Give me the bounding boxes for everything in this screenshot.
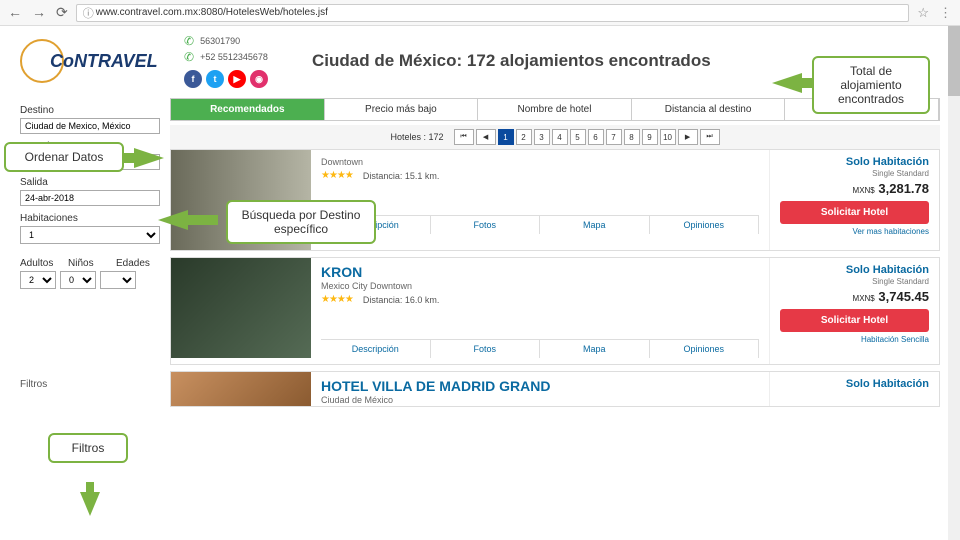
filtros-section-label: Filtros — [20, 379, 160, 390]
hotel-location: Downtown — [321, 157, 759, 167]
youtube-icon[interactable]: ▶ — [228, 70, 246, 88]
info-icon: ⓘ — [83, 5, 94, 21]
hotel-distance: Distancia: 15.1 km. — [363, 171, 440, 181]
phone-icon: ✆ — [184, 34, 194, 48]
hotel-location: Ciudad de México — [321, 395, 759, 405]
arrow-icon — [134, 148, 164, 168]
menu-icon[interactable]: ⋮ — [939, 5, 952, 21]
hotel-stars: ★★★★ — [321, 170, 353, 181]
sort-tab-recomendados[interactable]: Recomendados — [171, 99, 325, 120]
hotels-count: Hoteles : 172 — [390, 132, 443, 142]
page-last[interactable]: ⏭ — [700, 129, 720, 145]
room-only-label: Solo Habitación — [780, 378, 929, 390]
page-first[interactable]: ⏮ — [454, 129, 474, 145]
hotel-distance: Distancia: 16.0 km. — [363, 295, 440, 305]
hotel-tab-opiniones[interactable]: Opiniones — [650, 216, 760, 234]
forward-icon[interactable]: → — [32, 4, 46, 21]
url-text: www.contravel.com.mx:8080/HotelesWeb/hot… — [96, 7, 328, 18]
page-10[interactable]: 10 — [660, 129, 676, 145]
salida-input[interactable] — [20, 190, 160, 206]
page-2[interactable]: 2 — [516, 129, 532, 145]
page-4[interactable]: 4 — [552, 129, 568, 145]
page-next[interactable]: ▶ — [678, 129, 698, 145]
request-hotel-button[interactable]: Solicitar Hotel — [780, 201, 929, 224]
annotation-filtros: Filtros — [48, 433, 128, 463]
hotel-image — [171, 258, 311, 358]
hotel-tab-fotos[interactable]: Fotos — [431, 340, 541, 358]
page-8[interactable]: 8 — [624, 129, 640, 145]
sort-tab-distancia[interactable]: Distancia al destino — [632, 99, 786, 120]
page-5[interactable]: 5 — [570, 129, 586, 145]
page-7[interactable]: 7 — [606, 129, 622, 145]
arrow-icon — [80, 492, 100, 516]
annotation-total: Total de alojamiento encontrados — [812, 56, 930, 114]
rate-type: Single Standard — [780, 277, 929, 286]
hotel-price: MXN$ 3,281.78 — [780, 181, 929, 196]
star-icon[interactable]: ☆ — [917, 5, 929, 21]
rate-type: Single Standard — [780, 169, 929, 178]
hotel-name: KRON — [321, 264, 759, 280]
annotation-ordenar: Ordenar Datos — [4, 142, 124, 172]
edades-label: Edades — [116, 258, 160, 269]
back-icon[interactable]: ← — [8, 4, 22, 21]
page-9[interactable]: 9 — [642, 129, 658, 145]
adultos-label: Adultos — [20, 258, 64, 269]
destino-label: Destino — [20, 105, 160, 116]
hotel-tab-fotos[interactable]: Fotos — [431, 216, 541, 234]
annotation-busqueda: Búsqueda por Destino específico — [226, 200, 376, 244]
habitaciones-label: Habitaciones — [20, 213, 160, 224]
room-only-label: Solo Habitación — [780, 264, 929, 276]
sort-tab-nombre[interactable]: Nombre de hotel — [478, 99, 632, 120]
hotel-card: KRON Mexico City Downtown ★★★★ Distancia… — [170, 257, 940, 365]
twitter-icon[interactable]: t — [206, 70, 224, 88]
url-bar[interactable]: ⓘ www.contravel.com.mx:8080/HotelesWeb/h… — [76, 4, 910, 22]
ninos-select[interactable]: 0 — [60, 271, 96, 289]
hotel-location: Mexico City Downtown — [321, 281, 759, 291]
hotel-name: HOTEL VILLA DE MADRID GRAND — [321, 378, 759, 394]
hotel-tab-opiniones[interactable]: Opiniones — [650, 340, 760, 358]
page-prev[interactable]: ◀ — [476, 129, 496, 145]
logo: CoNTRAVEL — [20, 36, 170, 86]
contact-block: ✆56301790 ✆+52 5512345678 f t ▶ ◉ — [184, 34, 268, 88]
hotel-tab-mapa[interactable]: Mapa — [540, 340, 650, 358]
ninos-label: Niños — [68, 258, 112, 269]
instagram-icon[interactable]: ◉ — [250, 70, 268, 88]
hotel-price: MXN$ 3,745.45 — [780, 289, 929, 304]
sort-tab-precio[interactable]: Precio más bajo — [325, 99, 479, 120]
salida-label: Salida — [20, 177, 160, 188]
edades-select[interactable] — [100, 271, 136, 289]
page-3[interactable]: 3 — [534, 129, 550, 145]
hotel-tab-mapa[interactable]: Mapa — [540, 216, 650, 234]
arrow-icon — [772, 73, 802, 93]
browser-toolbar: ← → ⟳ ⓘ www.contravel.com.mx:8080/Hotele… — [0, 0, 960, 26]
hotel-card: HOTEL VILLA DE MADRID GRAND Ciudad de Mé… — [170, 371, 940, 407]
arrow-icon — [158, 210, 188, 230]
whatsapp-icon: ✆ — [184, 50, 194, 64]
page-6[interactable]: 6 — [588, 129, 604, 145]
see-more-rooms-link[interactable]: Ver mas habitaciones — [780, 227, 929, 236]
hotel-image — [171, 372, 311, 407]
hotel-tab-descripcion[interactable]: Descripción — [321, 340, 431, 358]
vertical-scrollbar[interactable] — [948, 26, 960, 540]
habitaciones-select[interactable]: 1 — [20, 226, 160, 244]
see-more-rooms-link[interactable]: Habitación Sencilla — [780, 335, 929, 344]
adultos-select[interactable]: 2 — [20, 271, 56, 289]
reload-icon[interactable]: ⟳ — [56, 4, 68, 21]
page-1[interactable]: 1 — [498, 129, 514, 145]
request-hotel-button[interactable]: Solicitar Hotel — [780, 309, 929, 332]
hotel-stars: ★★★★ — [321, 294, 353, 305]
room-only-label: Solo Habitación — [780, 156, 929, 168]
destino-input[interactable] — [20, 118, 160, 134]
results-content: Recomendados Precio más bajo Nombre de h… — [170, 98, 940, 413]
pagination: Hoteles : 172 ⏮ ◀ 1 2 3 4 5 6 7 8 9 10 ▶… — [170, 125, 940, 149]
facebook-icon[interactable]: f — [184, 70, 202, 88]
